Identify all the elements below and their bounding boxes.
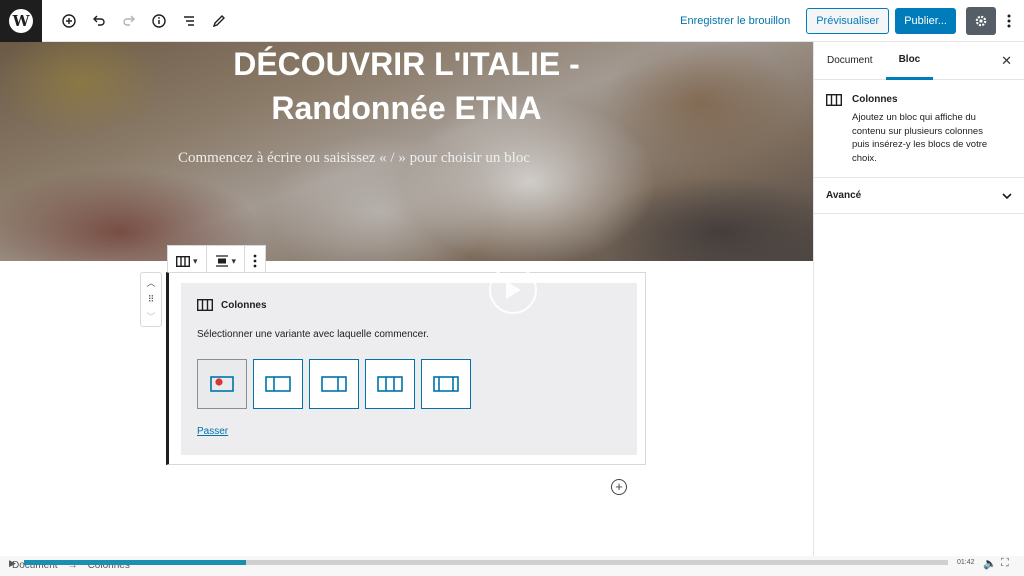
variant-picker [197, 359, 471, 409]
advanced-panel-label: Avancé [826, 190, 862, 201]
play-icon [506, 281, 521, 299]
block-mover: ︿ ⠿ ﹀ [140, 272, 162, 327]
undo-button[interactable] [84, 6, 114, 36]
app-window: W Enregistrer le brouillon Prévisualiser… [0, 0, 1024, 576]
two-columns-icon [265, 376, 291, 392]
video-progress-track[interactable] [24, 560, 948, 565]
plus-circle-icon [62, 13, 76, 28]
edit-mode-button[interactable] [204, 6, 234, 36]
cover-block[interactable]: DÉCOUVRIR L'ITALIE - Randonnée ETNA Comm… [0, 42, 813, 261]
preview-button[interactable]: Prévisualiser [806, 7, 890, 34]
skip-link[interactable]: Passer [197, 426, 228, 437]
toolbar-tools [54, 6, 234, 36]
variant-option-2[interactable] [253, 359, 303, 409]
wordpress-icon: W [9, 8, 33, 33]
fullscreen-icon[interactable]: ⛶ [1001, 557, 1009, 570]
volume-icon[interactable]: 🔈 [983, 557, 997, 570]
one-column-icon [210, 376, 234, 392]
columns-block[interactable]: Colonnes Sélectionner une variante avec … [166, 272, 646, 465]
pencil-icon [212, 14, 225, 27]
editor-canvas: DÉCOUVRIR L'ITALIE - Randonnée ETNA Comm… [0, 42, 813, 556]
video-time: 01:42 [957, 559, 975, 566]
caret-down-icon: ▾ [231, 255, 237, 266]
three-columns-wide-center-icon [433, 376, 459, 392]
columns-icon [197, 299, 213, 311]
advanced-panel-toggle[interactable]: Avancé [814, 178, 1024, 214]
three-columns-icon [377, 376, 403, 392]
align-center-icon [215, 255, 228, 267]
editor-toolbar: W Enregistrer le brouillon Prévisualiser… [0, 0, 1024, 42]
video-progress-fill [24, 560, 246, 565]
redo-icon [123, 15, 135, 26]
video-play-overlay[interactable] [489, 266, 537, 314]
columns-placeholder: Colonnes Sélectionner une variante avec … [181, 283, 637, 455]
move-up-icon[interactable]: ︿ [146, 276, 155, 289]
cover-title[interactable]: DÉCOUVRIR L'ITALIE - Randonnée ETNA [0, 42, 813, 130]
vertical-ellipsis-icon [253, 254, 257, 268]
cover-paragraph-placeholder[interactable]: Commencez à écrire ou saisissez « / » po… [178, 150, 530, 167]
caret-down-icon: ▾ [193, 255, 198, 266]
placeholder-instructions: Sélectionner une variante avec laquelle … [197, 329, 429, 340]
columns-icon [176, 255, 190, 267]
variant-option-1[interactable] [197, 359, 247, 409]
toolbar-actions: Enregistrer le brouillon Prévisualiser P… [680, 6, 1024, 35]
list-icon [184, 15, 194, 26]
save-draft-button[interactable]: Enregistrer le brouillon [680, 15, 790, 27]
add-block-inserter[interactable]: + [611, 479, 627, 495]
placeholder-title: Colonnes [221, 299, 267, 311]
sidebar-tabs: Document Bloc ✕ [814, 42, 1024, 80]
more-options-button[interactable] [1000, 7, 1018, 35]
columns-icon [826, 94, 842, 106]
tab-document[interactable]: Document [814, 42, 886, 80]
cover-title-line-1: DÉCOUVRIR L'ITALIE - [233, 46, 580, 82]
plus-icon: + [615, 479, 623, 494]
info-icon [152, 13, 166, 28]
publish-button[interactable]: Publier... [895, 7, 956, 34]
add-block-button[interactable] [54, 6, 84, 36]
vertical-ellipsis-icon [1007, 14, 1011, 27]
cover-title-line-2: Randonnée ETNA [271, 90, 542, 126]
settings-button[interactable] [966, 6, 996, 35]
redo-button[interactable] [114, 6, 144, 36]
video-play-button[interactable]: ▶ [9, 558, 16, 569]
block-card: Colonnes Ajoutez un bloc qui affiche du … [814, 80, 1024, 178]
chevron-down-icon [1002, 192, 1012, 199]
close-sidebar-icon[interactable]: ✕ [1001, 53, 1012, 69]
move-down-icon[interactable]: ﹀ [146, 310, 155, 323]
video-controls: Document → Colonnes ▶ 01:42 🔈 ⛶ [0, 556, 1024, 576]
placeholder-header: Colonnes [197, 299, 267, 311]
settings-sidebar: Document Bloc ✕ Colonnes Ajoutez un bloc… [813, 42, 1024, 556]
two-columns-wide-icon [321, 376, 347, 392]
wordpress-logo[interactable]: W [0, 0, 42, 42]
variant-option-4[interactable] [365, 359, 415, 409]
info-button[interactable] [144, 6, 174, 36]
block-card-description: Ajoutez un bloc qui affiche du contenu s… [852, 112, 988, 164]
drag-handle-icon[interactable]: ⠿ [148, 294, 155, 305]
gear-icon [975, 15, 987, 26]
block-card-title: Colonnes [852, 94, 898, 105]
block-navigation-button[interactable] [174, 6, 204, 36]
variant-option-3[interactable] [309, 359, 359, 409]
variant-option-5[interactable] [421, 359, 471, 409]
tab-block[interactable]: Bloc [885, 42, 934, 80]
undo-icon [93, 15, 105, 26]
